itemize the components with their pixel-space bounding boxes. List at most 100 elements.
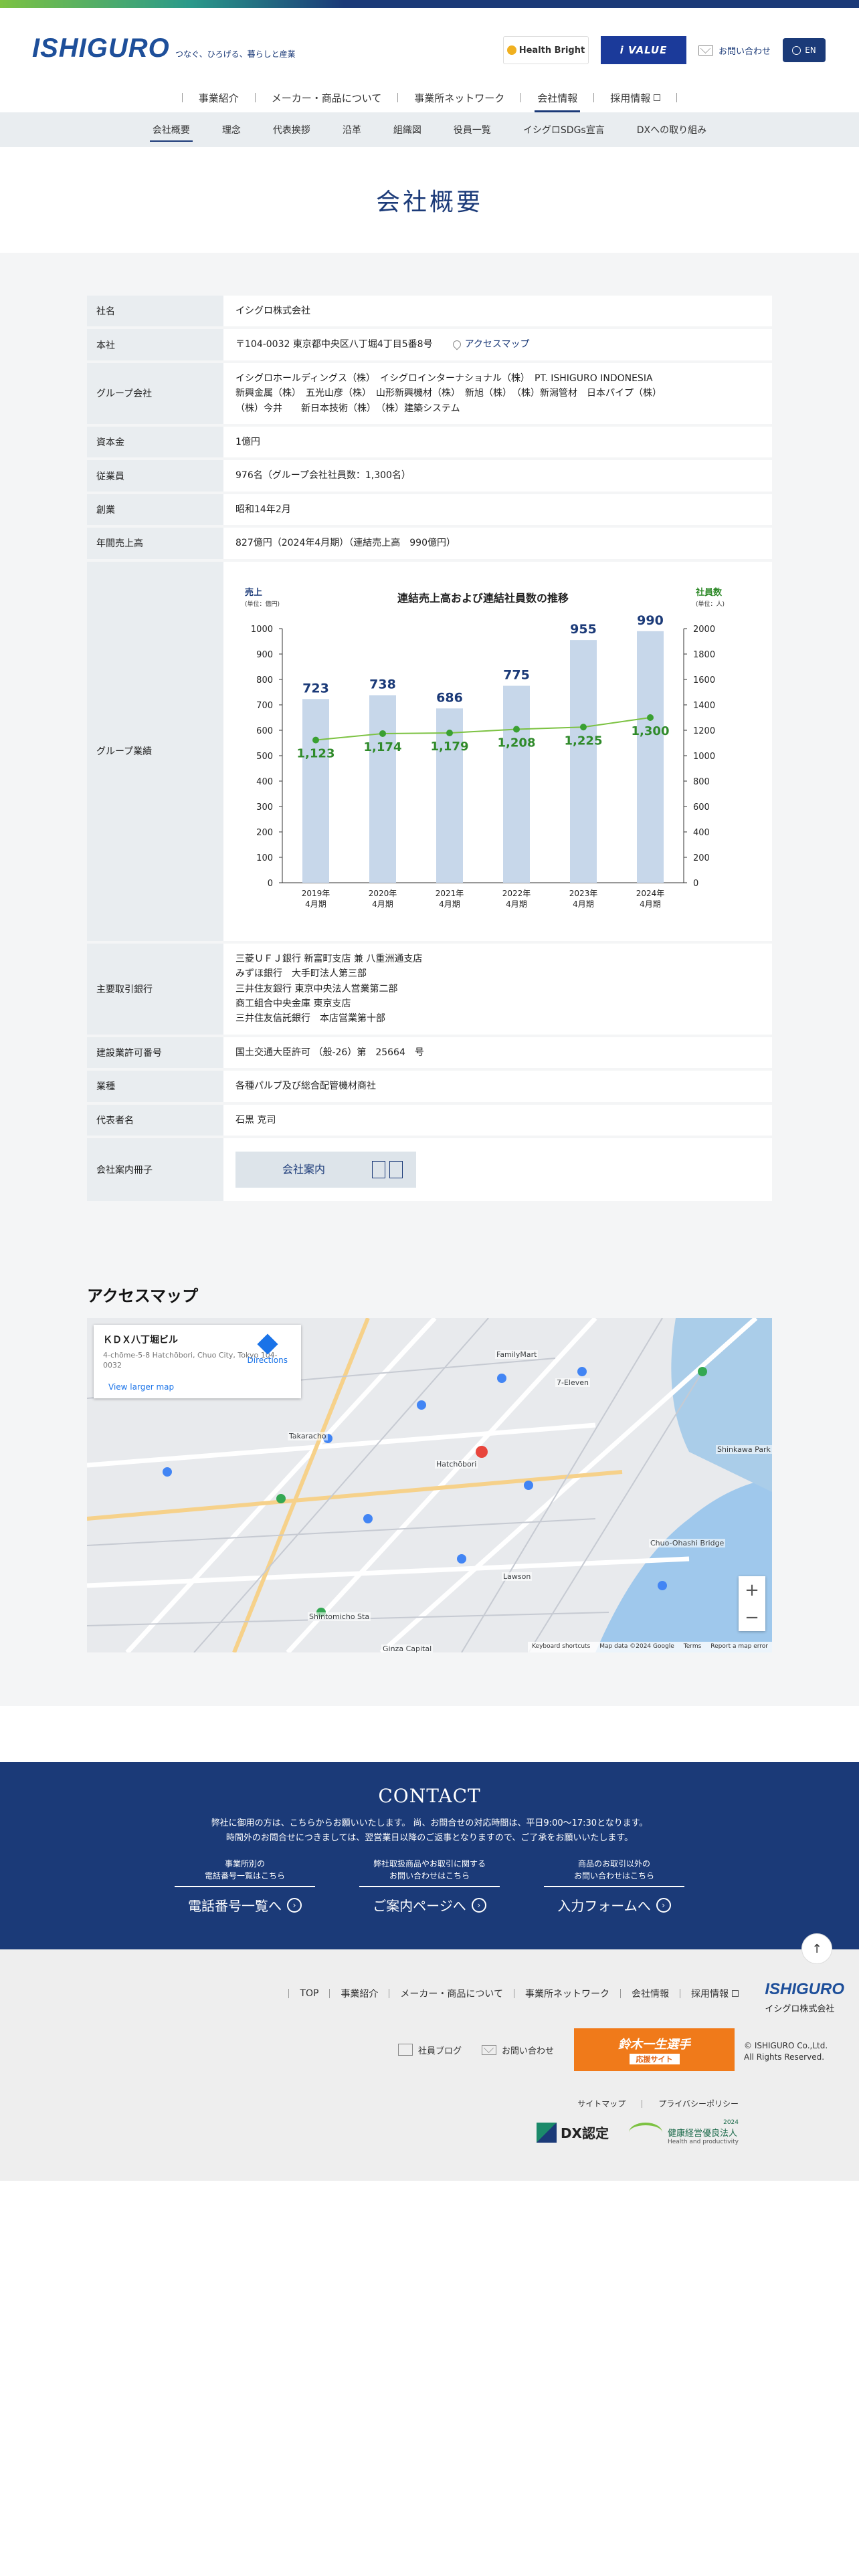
- sub-nav-item[interactable]: DXへの取り組み: [621, 112, 723, 147]
- dx-certification-logo[interactable]: DX認定: [536, 2122, 609, 2143]
- info-label: 本社: [87, 329, 223, 360]
- main-nav-item[interactable]: 会社情報: [521, 83, 593, 112]
- brochure-download-button[interactable]: 会社案内: [235, 1152, 416, 1188]
- map-footer-link[interactable]: Map data ©2024 Google: [599, 1643, 674, 1651]
- back-to-top-button[interactable]: ↑: [801, 1933, 832, 1965]
- map-footer-link[interactable]: Report a map error: [710, 1643, 768, 1651]
- left-tick-label: 700: [256, 701, 273, 711]
- footer-company-name: イシグロ株式会社: [765, 2004, 835, 2015]
- info-label: グループ会社: [87, 362, 223, 424]
- health-management-year: 2024: [723, 2119, 739, 2127]
- info-value: イシグロホールディングス（株） イシグロインターナショナル（株） PT. ISH…: [235, 372, 662, 414]
- x-tick-label: 4月期: [506, 899, 527, 909]
- sub-nav-item[interactable]: 代表挨拶: [257, 112, 326, 147]
- employees-value-label: 1,208: [498, 736, 536, 750]
- bar-sales: [369, 695, 396, 883]
- sub-nav-item[interactable]: 理念: [206, 112, 257, 147]
- footer-logo[interactable]: ISHIGURO イシグロ株式会社: [765, 1980, 844, 2014]
- footer-blog-link[interactable]: 社員ブログ: [397, 2044, 462, 2056]
- globe-icon: [792, 45, 801, 55]
- footer-nav-divider: [620, 1989, 621, 1999]
- bar-value-label: 990: [637, 613, 664, 627]
- zoom-out-button[interactable]: −: [745, 1608, 759, 1628]
- view-larger-map-link[interactable]: View larger map: [108, 1382, 174, 1392]
- contact-buttons: 事業所別の 電話番号一覧はこちら 電話番号一覧へ › 弊社取扱商品やお取引に関する お問い…: [0, 1858, 859, 1915]
- sub-nav: 会社概要 理念 代表挨拶 沿革 組織図 役員一覧 イシグロSDGs宣言 DXへの取り組み: [0, 112, 859, 147]
- language-button[interactable]: EN: [783, 38, 826, 62]
- x-tick-label: 2022年: [502, 889, 531, 898]
- map-footer-link[interactable]: Keyboard shortcuts: [532, 1643, 590, 1651]
- right-tick-label: 200: [693, 853, 710, 863]
- right-tick-label: 2000: [693, 625, 715, 635]
- zoom-in-button[interactable]: +: [745, 1580, 759, 1600]
- info-value: 石黒 克司: [235, 1114, 276, 1125]
- info-row: 年間売上高 827億円（2024年4月期）（連結売上高 990億円）: [87, 528, 772, 559]
- footer-nav-item[interactable]: 事業所ネットワーク: [525, 1987, 609, 2000]
- contact-option-button[interactable]: 入力フォームへ ›: [544, 1886, 684, 1915]
- contact-option-desc2: お問い合わせはこちら: [389, 1871, 470, 1881]
- nav-divider: [676, 93, 678, 102]
- right-tick-label: 1000: [693, 752, 715, 762]
- employees-point: [312, 736, 319, 744]
- contact-desc-line2: 時間外のお問合せにつきましては、翌営業日以降のご返事となりますので、ご了承をお願…: [225, 1833, 634, 1844]
- dx-mark-icon: [536, 2122, 557, 2143]
- contact-option-button[interactable]: 電話番号一覧へ ›: [175, 1886, 315, 1915]
- map-directions-button[interactable]: Directions: [248, 1333, 288, 1365]
- contact-option-button[interactable]: ご案内ページへ ›: [359, 1886, 500, 1915]
- sub-nav-item[interactable]: 会社概要: [136, 112, 206, 147]
- employees-point: [580, 723, 587, 730]
- header-contact-link[interactable]: お問い合わせ: [698, 44, 771, 57]
- footer-logo-mark: ISHIGURO: [765, 1980, 844, 1999]
- footer-contact-link[interactable]: お問い合わせ: [481, 2044, 554, 2056]
- brochure-cell: 会社案内: [223, 1138, 772, 1202]
- site-logo[interactable]: ISHIGURO: [32, 33, 170, 64]
- info-value: 976名（グループ会社社員数：1,300名）: [235, 470, 411, 481]
- main-nav-item[interactable]: 採用情報: [594, 83, 676, 112]
- main-nav-item[interactable]: メーカー・商品について: [256, 83, 398, 112]
- info-label: 業種: [87, 1071, 223, 1102]
- contact-option-label: 入力フォームへ: [557, 1898, 651, 1915]
- contact-description: 弊社に御用の方は、こちらからお願いいたします。 尚、お問合せの対応時間は、平日9…: [0, 1816, 859, 1846]
- mail-icon: [698, 45, 713, 56]
- map-zoom-controls: + −: [739, 1576, 765, 1632]
- info-label: 建設業許可番号: [87, 1037, 223, 1069]
- sub-nav-item[interactable]: 沿革: [326, 112, 377, 147]
- employees-value-label: 1,179: [431, 740, 469, 754]
- map-label: Takaracho: [288, 1432, 328, 1441]
- main-nav-label: 採用情報: [610, 92, 651, 104]
- footer-nav-item[interactable]: TOP: [300, 1988, 318, 1999]
- sub-nav-item[interactable]: 組織図: [377, 112, 438, 147]
- x-tick-label: 4月期: [305, 899, 326, 909]
- map-label: Hatchōbori: [435, 1460, 478, 1469]
- contact-option: 事業所別の 電話番号一覧はこちら 電話番号一覧へ ›: [175, 1858, 315, 1915]
- contact-option-label: 電話番号一覧へ: [188, 1898, 282, 1915]
- footer-nav-item[interactable]: 会社情報: [632, 1987, 669, 2000]
- footer-nav-item[interactable]: メーカー・商品について: [400, 1987, 503, 2000]
- sub-nav-item[interactable]: イシグロSDGs宣言: [507, 112, 621, 147]
- sitemap-link[interactable]: サイトマップ: [577, 2098, 626, 2109]
- site-footer: ↑ TOP 事業紹介 メーカー・商品について 事業所ネットワーク 会社情報 採用情報 IS…: [0, 1933, 859, 2181]
- sub-nav-item[interactable]: 役員一覧: [438, 112, 507, 147]
- bar-sales: [302, 698, 329, 883]
- access-map-link[interactable]: アクセスマップ: [465, 339, 530, 350]
- health-management-logo[interactable]: 2024 健康経営優良法人 Health and productivity: [628, 2119, 739, 2145]
- right-tick-label: 1600: [693, 675, 715, 685]
- google-map[interactable]: ＫＤＸ八丁堀ビル 4-chōme-5-8 Hatchōbori, Chuo Ci…: [87, 1318, 772, 1653]
- athlete-banner[interactable]: 鈴木一生選手 応援サイト: [574, 2028, 735, 2072]
- x-tick-label: 4月期: [640, 899, 661, 909]
- main-nav-item[interactable]: 事業紹介: [183, 83, 255, 112]
- main-nav-label: メーカー・商品について: [271, 92, 382, 104]
- privacy-link[interactable]: プライバシーポリシー: [658, 2098, 739, 2109]
- footer-nav-item[interactable]: 採用情報: [691, 1987, 729, 2000]
- map-label: 7-Eleven: [555, 1378, 590, 1388]
- info-value-cell: 国土交通大臣許可 （般-26）第 25664 号: [223, 1037, 772, 1069]
- map-footer-link[interactable]: Terms: [684, 1643, 702, 1651]
- info-value-cell: イシグロホールディングス（株） イシグロインターナショナル（株） PT. ISH…: [223, 362, 772, 424]
- health-bright-badge[interactable]: Health Bright: [502, 36, 589, 64]
- footer-nav-item[interactable]: 事業紹介: [341, 1987, 378, 2000]
- info-label: 主要取引銀行: [87, 943, 223, 1035]
- ivalue-badge[interactable]: i VALUE: [600, 36, 686, 64]
- info-label: 代表者名: [87, 1104, 223, 1136]
- main-nav-item[interactable]: 事業所ネットワーク: [398, 83, 520, 112]
- info-value: 1億円: [235, 436, 260, 447]
